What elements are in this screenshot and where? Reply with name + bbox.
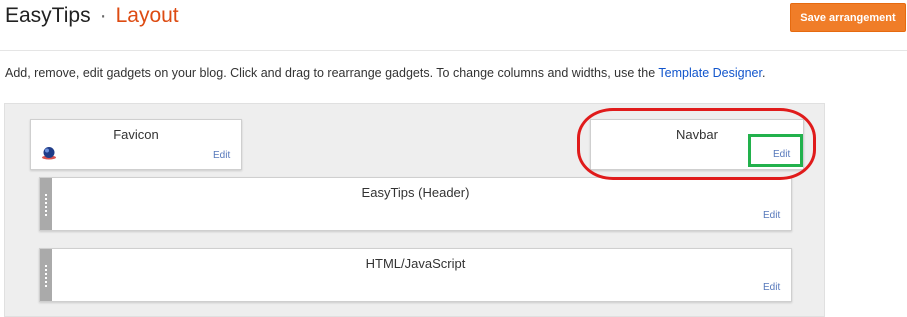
page-title: EasyTips · Layout	[5, 4, 179, 28]
favicon-gadget[interactable]: Favicon Edit	[30, 119, 242, 170]
save-arrangement-button[interactable]: Save arrangement	[790, 3, 906, 32]
layout-description: Add, remove, edit gadgets on your blog. …	[5, 66, 765, 80]
description-suffix: .	[761, 66, 766, 80]
header-edit-link[interactable]: Edit	[763, 210, 780, 221]
html-javascript-edit-link[interactable]: Edit	[763, 282, 780, 293]
favicon-edit-link[interactable]: Edit	[213, 150, 230, 161]
page-name: Layout	[115, 4, 179, 27]
favicon-globe-icon	[42, 147, 56, 160]
description-text: Add, remove, edit gadgets on your blog. …	[5, 66, 659, 80]
header-gadget[interactable]: EasyTips (Header) Edit	[39, 177, 792, 231]
html-javascript-gadget[interactable]: HTML/JavaScript Edit	[39, 248, 792, 302]
header-gadget-title: EasyTips (Header)	[361, 185, 470, 200]
title-separator: ·	[99, 4, 107, 27]
top-bar: EasyTips · Layout Save arrangement	[0, 0, 907, 51]
blog-name[interactable]: EasyTips	[5, 4, 91, 27]
html-javascript-gadget-title: HTML/JavaScript	[365, 256, 466, 271]
favicon-gadget-title: Favicon	[113, 127, 159, 142]
template-designer-link[interactable]: Template Designer	[658, 66, 762, 80]
green-highlight-box	[748, 134, 803, 167]
